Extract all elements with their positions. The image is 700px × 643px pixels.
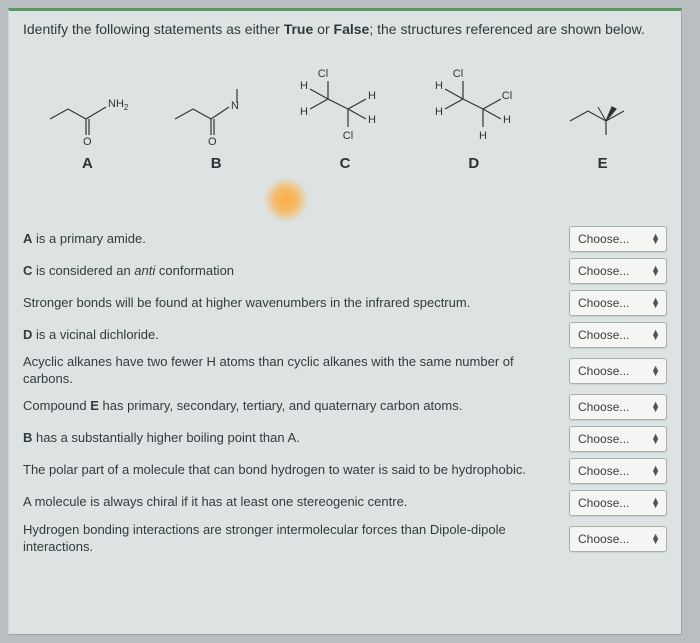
atom-n: N bbox=[231, 100, 239, 112]
dropdown-label: Choose... bbox=[578, 264, 629, 278]
updown-icon: ▲▼ bbox=[651, 466, 660, 476]
dropdown-label: Choose... bbox=[578, 432, 629, 446]
question-row: B has a substantially higher boiling poi… bbox=[23, 426, 667, 452]
questions-list: A is a primary amide.Choose...▲▼C is con… bbox=[23, 226, 667, 556]
question-text: D is a vicinal dichloride. bbox=[23, 327, 569, 344]
updown-icon: ▲▼ bbox=[651, 498, 660, 508]
dropdown-label: Choose... bbox=[578, 400, 629, 414]
question-text: Acyclic alkanes have two fewer H atoms t… bbox=[23, 354, 569, 388]
question-row: Hydrogen bonding interactions are strong… bbox=[23, 522, 667, 556]
updown-icon: ▲▼ bbox=[651, 234, 660, 244]
svg-text:H: H bbox=[368, 114, 376, 126]
answer-dropdown[interactable]: Choose... ▲▼ bbox=[569, 290, 667, 316]
updown-icon: ▲▼ bbox=[651, 534, 660, 544]
question-text: Stronger bonds will be found at higher w… bbox=[23, 295, 569, 312]
atom-o: O bbox=[83, 136, 92, 147]
instruction-text: Identify the following statements as eit… bbox=[23, 21, 667, 37]
label-e: E bbox=[548, 155, 658, 172]
dropdown-label: Choose... bbox=[578, 464, 629, 478]
structure-a: O NH2 bbox=[40, 73, 130, 147]
updown-icon: ▲▼ bbox=[651, 330, 660, 340]
question-text: Compound E has primary, secondary, terti… bbox=[23, 398, 569, 415]
svg-text:H: H bbox=[503, 114, 511, 126]
dropdown-label: Choose... bbox=[578, 364, 629, 378]
structure-b: O N bbox=[165, 73, 255, 147]
question-text: The polar part of a molecule that can bo… bbox=[23, 462, 569, 479]
svg-text:Cl: Cl bbox=[343, 130, 353, 142]
updown-icon: ▲▼ bbox=[651, 266, 660, 276]
question-text: Hydrogen bonding interactions are strong… bbox=[23, 522, 569, 556]
question-row: C is considered an anti conformationChoo… bbox=[23, 258, 667, 284]
updown-icon: ▲▼ bbox=[651, 434, 660, 444]
atom-o: O bbox=[208, 136, 217, 147]
cursor-glow bbox=[263, 177, 309, 223]
question-row: Acyclic alkanes have two fewer H atoms t… bbox=[23, 354, 667, 388]
question-panel: Identify the following statements as eit… bbox=[8, 8, 682, 635]
atom-nh2: NH2 bbox=[108, 98, 129, 112]
dropdown-label: Choose... bbox=[578, 232, 629, 246]
label-a: A bbox=[32, 155, 142, 172]
answer-dropdown[interactable]: Choose... ▲▼ bbox=[569, 394, 667, 420]
question-text: B has a substantially higher boiling poi… bbox=[23, 430, 569, 447]
instr-mid: or bbox=[313, 21, 333, 37]
dropdown-label: Choose... bbox=[578, 296, 629, 310]
instr-true: True bbox=[284, 21, 314, 37]
question-text: C is considered an anti conformation bbox=[23, 263, 569, 280]
answer-dropdown[interactable]: Choose... ▲▼ bbox=[569, 358, 667, 384]
structures-row: O NH2 O N bbox=[23, 51, 667, 147]
answer-dropdown[interactable]: Choose... ▲▼ bbox=[569, 322, 667, 348]
structure-d: Cl H H H Cl H bbox=[425, 61, 525, 147]
instr-suffix: ; the structures referenced are shown be… bbox=[369, 21, 644, 37]
label-d: D bbox=[419, 155, 529, 172]
dropdown-label: Choose... bbox=[578, 496, 629, 510]
svg-text:H: H bbox=[368, 90, 376, 102]
dropdown-label: Choose... bbox=[578, 328, 629, 342]
label-b: B bbox=[161, 155, 271, 172]
instr-false: False bbox=[334, 21, 370, 37]
svg-text:Cl: Cl bbox=[502, 90, 512, 102]
svg-text:Cl: Cl bbox=[318, 68, 328, 80]
question-row: D is a vicinal dichloride. Choose... ▲▼ bbox=[23, 322, 667, 348]
svg-text:H: H bbox=[435, 106, 443, 118]
answer-dropdown[interactable]: Choose... ▲▼ bbox=[569, 226, 667, 252]
question-text: A molecule is always chiral if it has at… bbox=[23, 494, 569, 511]
svg-text:H: H bbox=[300, 106, 308, 118]
question-text: A is a primary amide. bbox=[23, 231, 569, 248]
updown-icon: ▲▼ bbox=[651, 298, 660, 308]
structure-c: Cl H H Cl H H bbox=[290, 61, 390, 147]
question-row: The polar part of a molecule that can bo… bbox=[23, 458, 667, 484]
updown-icon: ▲▼ bbox=[651, 402, 660, 412]
answer-dropdown[interactable]: Choose... ▲▼ bbox=[569, 490, 667, 516]
updown-icon: ▲▼ bbox=[651, 366, 660, 376]
svg-text:H: H bbox=[300, 80, 308, 92]
question-row: Stronger bonds will be found at higher w… bbox=[23, 290, 667, 316]
svg-text:H: H bbox=[435, 80, 443, 92]
dropdown-label: Choose... bbox=[578, 532, 629, 546]
svg-text:Cl: Cl bbox=[453, 68, 463, 80]
question-row: A molecule is always chiral if it has at… bbox=[23, 490, 667, 516]
instr-prefix: Identify the following statements as eit… bbox=[23, 21, 284, 37]
structure-e bbox=[560, 73, 650, 147]
answer-dropdown[interactable]: Choose... ▲▼ bbox=[569, 526, 667, 552]
answer-dropdown[interactable]: Choose... ▲▼ bbox=[569, 426, 667, 452]
question-row: Compound E has primary, secondary, terti… bbox=[23, 394, 667, 420]
answer-dropdown[interactable]: Choose... ▲▼ bbox=[569, 258, 667, 284]
answer-dropdown[interactable]: Choose... ▲▼ bbox=[569, 458, 667, 484]
label-c: C bbox=[290, 155, 400, 172]
question-row: A is a primary amide. Choose... ▲▼ bbox=[23, 226, 667, 252]
svg-text:H: H bbox=[479, 130, 487, 142]
structure-labels: A B C D E bbox=[23, 155, 667, 172]
